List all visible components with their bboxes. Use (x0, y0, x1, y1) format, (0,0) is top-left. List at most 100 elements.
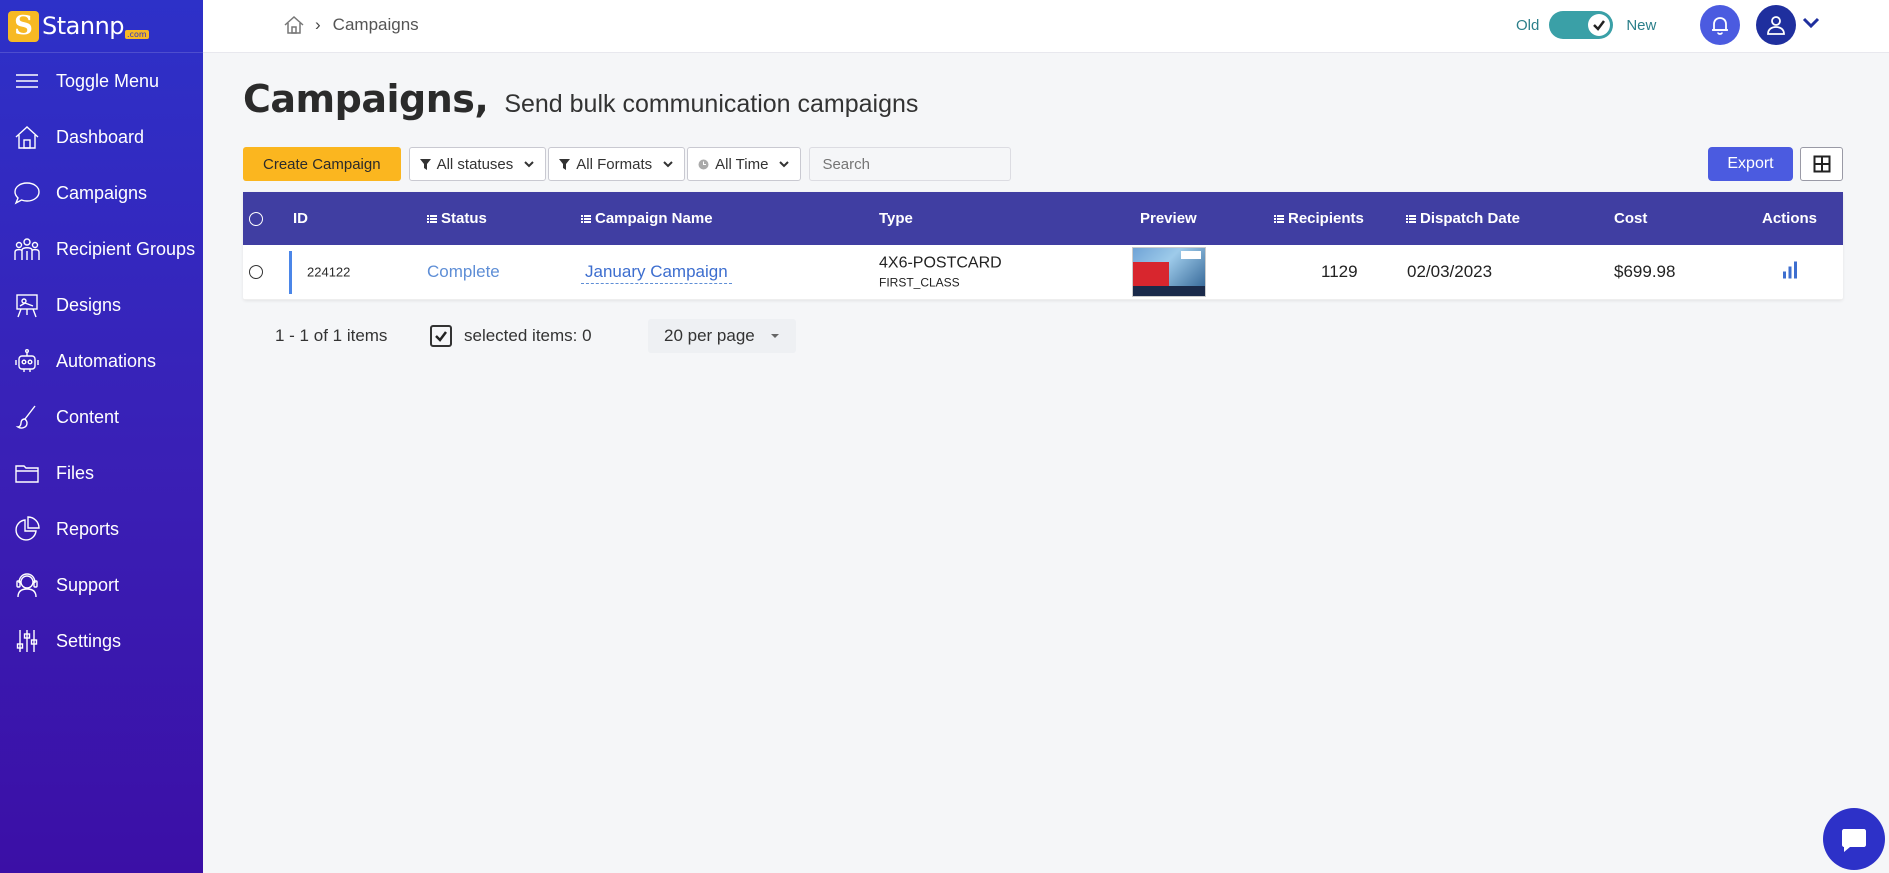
list-icon (1274, 214, 1284, 223)
sidebar-item-recipient-groups[interactable]: Recipient Groups (0, 221, 203, 277)
notifications-button[interactable] (1700, 5, 1740, 45)
sidebar-item-content[interactable]: Content (0, 389, 203, 445)
version-toggle-switch[interactable] (1549, 11, 1614, 39)
column-type[interactable]: Type (879, 210, 913, 227)
table-row[interactable]: 224122 Complete January Campaign 4X6-POS… (243, 245, 1843, 300)
folder-icon (12, 458, 42, 488)
row-cost: $699.98 (1614, 262, 1676, 281)
select-all-radio[interactable] (249, 211, 263, 226)
toggle-old-label: Old (1516, 16, 1540, 34)
row-report-action[interactable] (1780, 260, 1800, 285)
sliders-icon (12, 626, 42, 656)
column-campaign-name[interactable]: Campaign Name (581, 210, 713, 227)
sidebar-item-label: Files (56, 462, 95, 483)
sidebar-item-campaigns[interactable]: Campaigns (0, 165, 203, 221)
version-toggle: Old New (1516, 11, 1656, 39)
sidebar: S Stannp .com Toggle Menu Dashboard Camp… (0, 0, 203, 873)
sidebar-item-designs[interactable]: Designs (0, 277, 203, 333)
logo-badge: S (8, 10, 39, 42)
menu-icon (12, 66, 42, 96)
caret-down-icon (771, 334, 779, 338)
row-preview[interactable] (1132, 247, 1206, 297)
chat-widget-button[interactable] (1823, 808, 1885, 870)
bar-chart-icon (1783, 261, 1797, 279)
sidebar-item-label: Campaigns (56, 182, 148, 203)
column-recipients[interactable]: Recipients (1274, 210, 1364, 227)
chevron-down-icon (524, 161, 534, 168)
table-header: ID Status Campaign Name Type Preview Rec… (243, 192, 1843, 245)
status-filter-label: All statuses (436, 155, 514, 173)
user-icon (1767, 16, 1785, 35)
user-menu-toggle[interactable] (1800, 12, 1822, 38)
postcard-preview-image[interactable] (1132, 247, 1206, 297)
row-status[interactable]: Complete (427, 262, 500, 282)
time-filter-label: All Time (715, 155, 769, 173)
home-icon (12, 122, 42, 152)
page-subtitle: Send bulk communication campaigns (504, 90, 919, 118)
chevron-down-icon (663, 161, 673, 168)
robot-icon (12, 346, 42, 376)
list-icon (427, 214, 437, 223)
column-preview[interactable]: Preview (1140, 210, 1197, 227)
campaign-name-link[interactable]: January Campaign (581, 262, 732, 284)
sidebar-item-label: Content (56, 406, 120, 427)
pie-chart-icon (12, 514, 42, 544)
row-id: 224122 (307, 264, 351, 280)
sidebar-item-label: Recipient Groups (56, 238, 196, 259)
sidebar-item-automations[interactable]: Automations (0, 333, 203, 389)
toolbar: Create Campaign All statuses All Formats… (243, 147, 1843, 181)
brand-name: Stannp (42, 12, 125, 40)
row-type: 4X6-POSTCARD FIRST_CLASS (879, 255, 1002, 290)
headset-icon (12, 570, 42, 600)
row-select-radio[interactable] (249, 265, 263, 279)
selected-items-label: selected items: 0 (464, 326, 592, 345)
home-icon[interactable] (283, 14, 305, 36)
sidebar-item-dashboard[interactable]: Dashboard (0, 109, 203, 165)
export-button[interactable]: Export (1708, 147, 1793, 181)
column-campaign-name-label: Campaign Name (595, 210, 713, 227)
filter-icon (559, 158, 571, 170)
user-avatar-button[interactable] (1756, 5, 1796, 45)
sidebar-item-files[interactable]: Files (0, 445, 203, 501)
column-cost[interactable]: Cost (1614, 210, 1647, 227)
toggle-new-label: New (1626, 16, 1657, 34)
breadcrumb: › Campaigns (283, 14, 419, 36)
sidebar-item-reports[interactable]: Reports (0, 501, 203, 557)
status-filter[interactable]: All statuses (408, 147, 547, 181)
formats-filter[interactable]: All Formats (548, 147, 686, 181)
easel-icon (12, 290, 42, 320)
row-status-bar (289, 251, 292, 294)
time-filter[interactable]: All Time (687, 147, 802, 181)
select-checkbox[interactable] (430, 325, 452, 347)
column-status[interactable]: Status (427, 210, 487, 227)
clock-icon (698, 159, 709, 169)
column-id[interactable]: ID (293, 210, 308, 227)
sidebar-item-support[interactable]: Support (0, 557, 203, 613)
column-dispatch-date-label: Dispatch Date (1420, 210, 1521, 227)
brand-logo[interactable]: S Stannp .com (0, 0, 203, 53)
per-page-select[interactable]: 20 per page (648, 319, 796, 353)
sidebar-item-label: Toggle Menu (56, 70, 160, 91)
grid-view-button[interactable] (1800, 147, 1843, 181)
chevron-down-icon (779, 161, 790, 168)
main-content: Campaigns, Send bulk communication campa… (243, 53, 1843, 356)
sidebar-item-label: Dashboard (56, 126, 145, 147)
column-actions: Actions (1762, 210, 1818, 227)
chat-icon (1842, 829, 1866, 852)
column-status-label: Status (441, 210, 487, 227)
campaigns-table: ID Status Campaign Name Type Preview Rec… (243, 192, 1843, 300)
search-input[interactable] (809, 147, 1012, 181)
top-header: › Campaigns Old New (203, 0, 1889, 53)
selected-items: selected items: 0 (430, 325, 592, 347)
toggle-knob (1588, 14, 1611, 36)
check-icon (435, 331, 447, 342)
column-dispatch-date[interactable]: Dispatch Date (1406, 210, 1520, 227)
create-campaign-button[interactable]: Create Campaign (243, 147, 401, 181)
pagination-count: 1 - 1 of 1 items (275, 326, 388, 345)
bell-icon (1712, 17, 1728, 35)
sidebar-item-label: Support (56, 574, 120, 595)
breadcrumb-current: Campaigns (332, 15, 419, 34)
sidebar-item-settings[interactable]: Settings (0, 613, 203, 669)
sidebar-item-toggle-menu[interactable]: Toggle Menu (0, 53, 203, 109)
sidebar-item-label: Settings (56, 630, 122, 651)
